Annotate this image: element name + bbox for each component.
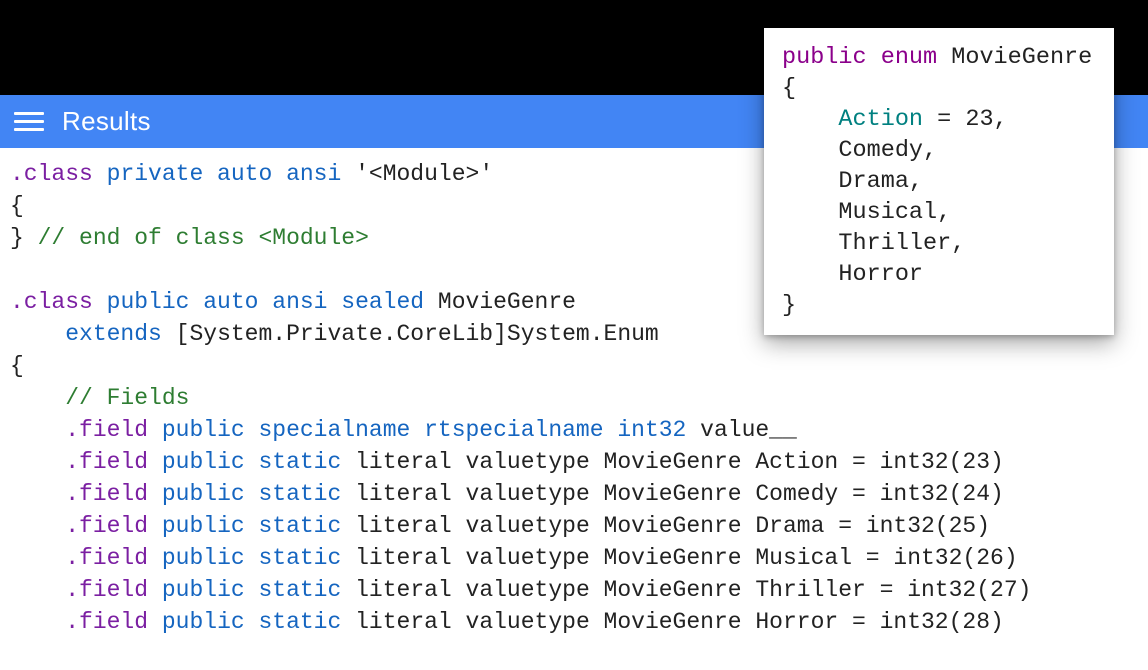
il-directive: .class [10, 161, 93, 187]
il-field-rest: literal valuetype MovieGenre Horror = in… [355, 609, 1004, 635]
csharp-source-overlay: public enum MovieGenre { Action = 23, Co… [764, 28, 1114, 335]
cs-member: Thriller, [838, 230, 965, 257]
cs-brace-open: { [782, 75, 796, 102]
il-field-rest: literal valuetype MovieGenre Thriller = … [355, 577, 1031, 603]
cs-member-value: = 23, [923, 106, 1008, 133]
il-field-mods: public static [162, 513, 341, 539]
cs-member: Action [838, 106, 923, 133]
il-extends-kw: extends [65, 321, 162, 347]
cs-keyword: public enum [782, 44, 937, 71]
il-modifiers: public auto ansi sealed [107, 289, 424, 315]
il-directive: .class [10, 289, 93, 315]
il-field-name: value__ [700, 417, 797, 443]
cs-indent [782, 137, 838, 164]
il-field-dir: .field [65, 417, 148, 443]
il-brace-open: { [10, 353, 24, 379]
il-class-name: MovieGenre [438, 289, 576, 315]
il-field-mods: public static [162, 545, 341, 571]
cs-member: Comedy, [838, 137, 937, 164]
il-field-mods: public static [162, 609, 341, 635]
il-brace-open: { [10, 193, 24, 219]
cs-indent [782, 106, 838, 133]
il-field-mods: public static [162, 449, 341, 475]
cs-indent [782, 230, 838, 257]
il-comment: // end of class <Module> [38, 225, 369, 251]
il-field-rest: literal valuetype MovieGenre Musical = i… [355, 545, 1018, 571]
cs-brace-close: } [782, 292, 796, 319]
il-field-mods: public static [162, 481, 341, 507]
il-class-name: '<Module>' [355, 161, 493, 187]
cs-indent [782, 168, 838, 195]
il-field-dir: .field [65, 545, 148, 571]
il-field-rest: literal valuetype MovieGenre Action = in… [355, 449, 1004, 475]
il-base-type: [System.Private.CoreLib]System.Enum [176, 321, 659, 347]
il-field-dir: .field [65, 609, 148, 635]
cs-member: Drama, [838, 168, 923, 195]
cs-type-name: MovieGenre [937, 44, 1092, 71]
il-field-dir: .field [65, 449, 148, 475]
cs-member: Horror [838, 261, 923, 288]
cs-indent [782, 199, 838, 226]
il-brace-close: } [10, 225, 24, 251]
il-field-rest: literal valuetype MovieGenre Drama = int… [355, 513, 990, 539]
cs-member: Musical, [838, 199, 951, 226]
il-field-mods: public specialname rtspecialname [162, 417, 604, 443]
results-title: Results [62, 106, 151, 137]
il-field-type: int32 [617, 417, 686, 443]
cs-indent [782, 261, 838, 288]
hamburger-menu-icon[interactable] [14, 105, 48, 139]
il-field-dir: .field [65, 481, 148, 507]
il-modifiers: private auto ansi [107, 161, 342, 187]
il-field-dir: .field [65, 513, 148, 539]
il-field-dir: .field [65, 577, 148, 603]
il-field-mods: public static [162, 577, 341, 603]
il-fields-comment: // Fields [65, 385, 189, 411]
il-field-rest: literal valuetype MovieGenre Comedy = in… [355, 481, 1004, 507]
